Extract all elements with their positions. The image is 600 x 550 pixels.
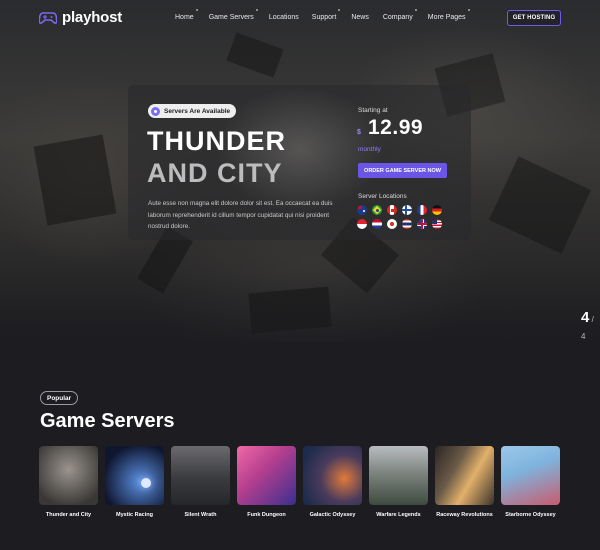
- dropdown-dot-icon: [195, 9, 198, 11]
- game-card[interactable]: Thunder and City: [39, 446, 98, 518]
- game-thumbnail: [369, 446, 428, 505]
- price-period: monthly: [358, 146, 381, 153]
- dropdown-dot-icon: [338, 9, 341, 11]
- dropdown-dot-icon: [467, 9, 470, 11]
- game-card[interactable]: Raceway Revolutions: [435, 446, 494, 518]
- menu-item-news[interactable]: News: [351, 14, 369, 21]
- menu-label: News: [351, 14, 369, 21]
- game-thumbnail: [303, 446, 362, 505]
- australia-flag-icon[interactable]: [357, 205, 367, 215]
- game-card[interactable]: Starborne Odyssey: [501, 446, 560, 518]
- gamepad-icon: [39, 11, 57, 24]
- order-game-server-button[interactable]: ORDER GAME SERVER NOW: [358, 163, 447, 178]
- price-currency: $: [357, 129, 361, 136]
- dropdown-dot-icon: [414, 9, 417, 11]
- game-thumbnail: [501, 446, 560, 505]
- thailand-flag-icon[interactable]: [402, 219, 412, 229]
- menu-label: Locations: [268, 14, 299, 21]
- game-title: Silent Wrath: [184, 512, 217, 518]
- menu-item-company[interactable]: Company: [382, 9, 417, 21]
- price-label: Starting at: [358, 107, 388, 114]
- main-menu: Home Game Servers Locations Support News…: [175, 9, 470, 21]
- uk-flag-icon[interactable]: [417, 219, 427, 229]
- germany-flag-icon[interactable]: [432, 205, 442, 215]
- menu-label: More Pages: [427, 14, 466, 21]
- availability-badge: Servers Are Available: [148, 104, 237, 118]
- game-server-cards: Thunder and City Mystic Racing Silent Wr…: [39, 446, 560, 518]
- game-title: Mystic Racing: [116, 512, 153, 518]
- canada-flag-icon[interactable]: [387, 205, 397, 215]
- logo-text: playhost: [62, 9, 123, 26]
- server-locations-label: Server Locations: [358, 193, 407, 200]
- game-card[interactable]: Funk Dungeon: [237, 446, 296, 518]
- japan-flag-icon[interactable]: [387, 219, 397, 229]
- menu-label: Home: [175, 14, 194, 21]
- hero-description: Aute esse non magna elit dolore dolor si…: [148, 200, 333, 230]
- game-card[interactable]: Silent Wrath: [171, 446, 230, 518]
- finland-flag-icon[interactable]: [402, 205, 412, 215]
- server-location-flags: [357, 205, 447, 229]
- hero-title-line1: THUNDER: [147, 126, 286, 156]
- game-card[interactable]: Warfare Legends: [369, 446, 428, 518]
- brazil-flag-icon[interactable]: [372, 205, 382, 215]
- badge-text: Servers Are Available: [164, 107, 231, 115]
- game-card[interactable]: Galactic Odyssey: [303, 446, 362, 518]
- menu-label: Game Servers: [208, 14, 254, 21]
- game-thumbnail: [435, 446, 494, 505]
- status-dot-icon: [151, 106, 160, 116]
- menu-item-home[interactable]: Home: [175, 9, 198, 21]
- game-thumbnail: [105, 446, 164, 505]
- menu-label: Company: [382, 14, 413, 21]
- hero-title-line2: AND CITY: [147, 158, 283, 188]
- game-title: Thunder and City: [45, 512, 92, 518]
- game-title: Starborne Odyssey: [505, 512, 556, 518]
- menu-item-locations[interactable]: Locations: [269, 14, 299, 21]
- menu-item-more-pages[interactable]: More Pages: [427, 9, 470, 21]
- section-title: Game Servers: [40, 410, 175, 432]
- menu-label: Support: [311, 14, 337, 21]
- dropdown-dot-icon: [255, 9, 258, 11]
- indonesia-flag-icon[interactable]: [357, 219, 367, 229]
- game-thumbnail: [237, 446, 296, 505]
- menu-item-game-servers[interactable]: Game Servers: [208, 9, 258, 21]
- usa-flag-icon[interactable]: [432, 219, 442, 229]
- popular-pill: Popular: [40, 391, 79, 405]
- price-value: 12.99: [368, 116, 424, 139]
- top-navigation: playhost Home Game Servers Locations Sup…: [0, 0, 600, 36]
- netherlands-flag-icon[interactable]: [372, 219, 382, 229]
- game-title: Galactic Odyssey: [309, 512, 356, 518]
- game-title: Funk Dungeon: [247, 512, 286, 518]
- get-hosting-button[interactable]: GET HOSTING: [507, 10, 561, 26]
- game-title: Warfare Legends: [376, 512, 421, 518]
- game-thumbnail: [39, 446, 98, 505]
- game-card[interactable]: Mystic Racing: [105, 446, 164, 518]
- france-flag-icon[interactable]: [417, 205, 427, 215]
- game-title: Raceway Revolutions: [436, 512, 493, 518]
- game-thumbnail: [171, 446, 230, 505]
- logo[interactable]: playhost: [39, 9, 122, 26]
- menu-item-support[interactable]: Support: [311, 9, 341, 21]
- slide-counter: 4 / 4: [581, 309, 600, 343]
